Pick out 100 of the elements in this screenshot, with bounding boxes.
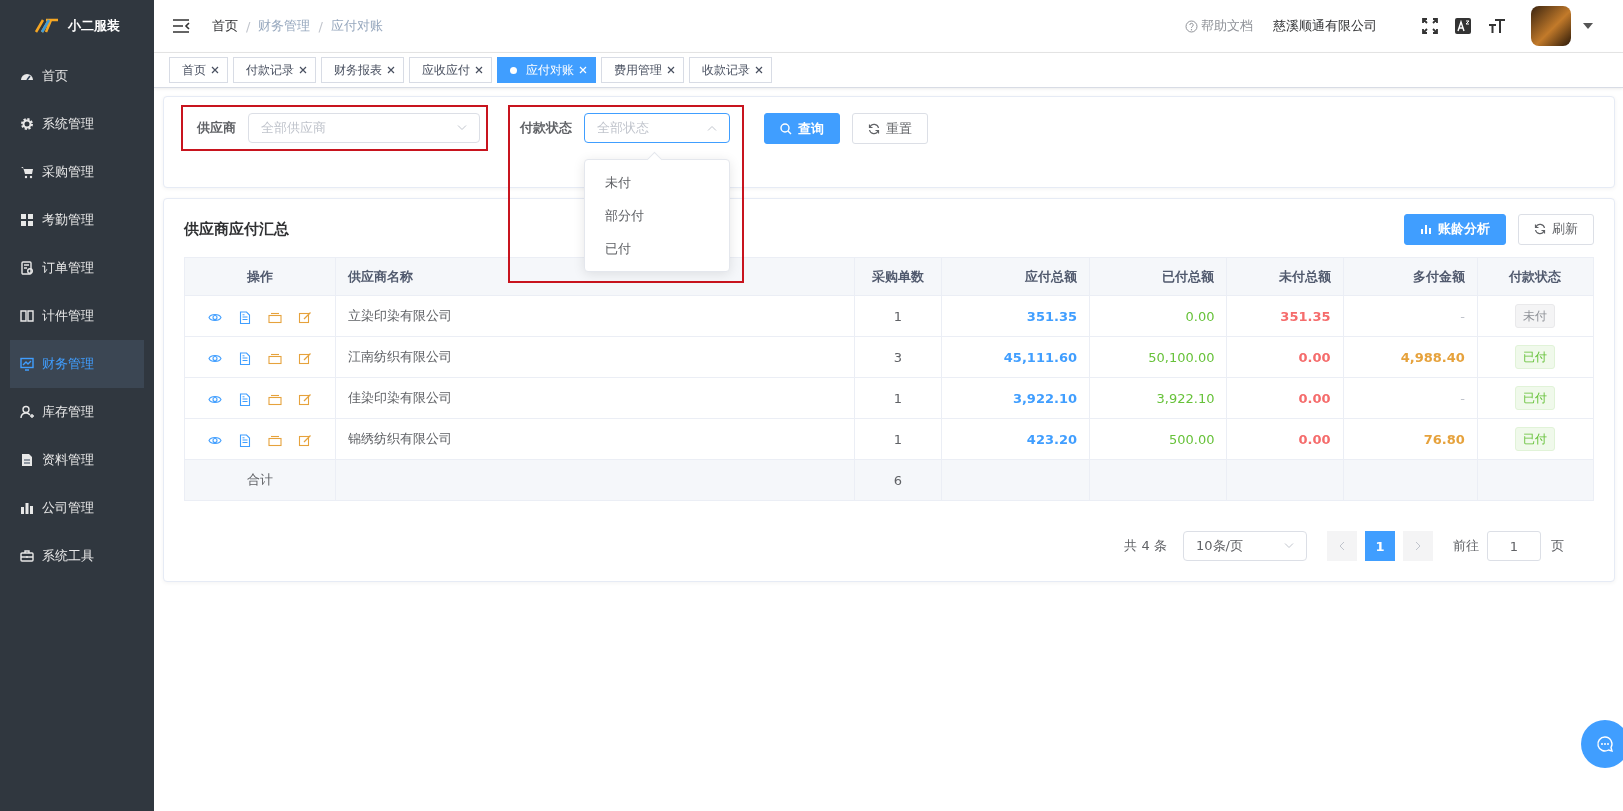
sidebar-item[interactable]: 订单管理 (10, 244, 144, 292)
tray-icon[interactable] (268, 351, 282, 365)
chevron-down-icon (457, 125, 467, 131)
page-suffix: 页 (1551, 537, 1564, 555)
tab[interactable]: 付款记录 (233, 57, 316, 83)
sidebar-item[interactable]: 采购管理 (10, 148, 144, 196)
table-cell: 0.00 (1226, 418, 1343, 460)
document-icon[interactable] (238, 310, 252, 324)
font-size-icon[interactable] (1488, 18, 1506, 34)
page-input[interactable]: 1 (1487, 531, 1541, 561)
dot-icon (510, 66, 517, 74)
edit-icon[interactable] (298, 433, 312, 447)
monitor-icon (20, 357, 34, 371)
page-size-select[interactable]: 10条/页 (1183, 531, 1307, 561)
edit-icon[interactable] (298, 310, 312, 324)
breadcrumb-item: 应付对账 (330, 17, 383, 35)
table-cell: 1 (854, 377, 942, 419)
close-icon[interactable] (755, 66, 763, 74)
tray-icon[interactable] (268, 392, 282, 406)
file-icon (20, 453, 34, 467)
table-cell: 佳染印染有限公司 (335, 377, 855, 419)
table-cell: 0.00 (1226, 336, 1343, 378)
settings-icon (20, 117, 34, 131)
table-cell: 1 (854, 418, 942, 460)
sidebar-item[interactable]: 计件管理 (10, 292, 144, 340)
caret-icon[interactable] (1583, 23, 1593, 29)
translate-icon[interactable] (1455, 18, 1471, 34)
document-icon (20, 261, 34, 275)
table-cell: 423.20 (941, 418, 1090, 460)
dropdown-option[interactable]: 部分付 (585, 199, 729, 232)
status-tag: 已付 (1515, 427, 1556, 451)
table-cell: 3 (854, 336, 942, 378)
close-icon[interactable] (387, 66, 395, 74)
dropdown-option[interactable]: 未付 (585, 166, 729, 199)
bar-chart-icon (1420, 223, 1432, 235)
avatar-photo[interactable] (1531, 6, 1571, 46)
document-icon[interactable] (238, 351, 252, 365)
table-cell: 立染印染有限公司 (335, 295, 855, 337)
table-cell: 锦绣纺织有限公司 (335, 418, 855, 460)
table-cell: 合计 (184, 459, 336, 501)
section-title: 供应商应付汇总 (184, 219, 289, 239)
book-icon (20, 309, 34, 323)
document-icon[interactable] (238, 392, 252, 406)
table-cell: 江南纺织有限公司 (335, 336, 855, 378)
column-header: 未付总额 (1226, 257, 1343, 296)
sidebar-item[interactable]: 考勤管理 (10, 196, 144, 244)
tab[interactable]: 费用管理 (601, 57, 684, 83)
fullscreen-icon[interactable] (1422, 18, 1438, 34)
table-cell: 0.00 (1089, 295, 1227, 337)
tab[interactable]: 应收应付 (409, 57, 492, 83)
table-cell: 351.35 (1226, 295, 1343, 337)
close-icon[interactable] (667, 66, 675, 74)
breadcrumb-separator: / (246, 18, 251, 34)
close-icon[interactable] (211, 66, 219, 74)
filter-label: 付款状态 (520, 119, 572, 137)
status-tag: 已付 (1515, 345, 1556, 369)
tab[interactable]: 收款记录 (689, 57, 772, 83)
filter-label: 供应商 (197, 119, 236, 137)
sidebar-item[interactable]: 资料管理 (10, 436, 144, 484)
status-tag: 已付 (1515, 386, 1556, 410)
refresh-icon (868, 122, 880, 135)
edit-icon[interactable] (298, 351, 312, 365)
close-icon[interactable] (475, 66, 483, 74)
secondary-button[interactable]: 重置 (852, 113, 928, 144)
tray-icon[interactable] (268, 310, 282, 324)
sidebar-item[interactable]: 库存管理 (10, 388, 144, 436)
tab[interactable]: 财务报表 (321, 57, 404, 83)
sidebar-item[interactable]: 系统管理 (10, 100, 144, 148)
chat-icon (1596, 735, 1614, 753)
bar-chart-icon (20, 501, 34, 515)
chevron-right-icon (1415, 541, 1421, 551)
tab[interactable]: 首页 (169, 57, 228, 83)
table-cell: 76.80 (1343, 418, 1478, 460)
close-icon[interactable] (299, 66, 307, 74)
sidebar-item[interactable]: 首页 (10, 52, 144, 100)
total-count: 共 4 条 (1124, 537, 1167, 555)
chat-button[interactable] (1581, 720, 1623, 768)
refresh-icon (1534, 223, 1546, 235)
table-cell: 50,100.00 (1089, 336, 1227, 378)
secondary-button[interactable]: 刷新 (1518, 213, 1594, 245)
search-icon (780, 122, 792, 135)
table-cell: 6 (854, 459, 942, 501)
table-cell: - (1343, 295, 1478, 337)
table-cell: 500.00 (1089, 418, 1227, 460)
chevron-up-icon (707, 125, 717, 131)
table-cell: 3,922.10 (1089, 377, 1227, 419)
menu-icon[interactable] (172, 19, 190, 33)
column-header: 多付金额 (1343, 257, 1478, 296)
table-cell: 0.00 (1226, 377, 1343, 419)
column-header: 采购单数 (854, 257, 942, 296)
breadcrumb-item[interactable]: 首页 (212, 17, 238, 35)
column-header: 付款状态 (1477, 257, 1594, 296)
edit-icon[interactable] (298, 392, 312, 406)
sidebar-item[interactable]: 财务管理 (10, 340, 144, 388)
sidebar-item[interactable]: 公司管理 (10, 484, 144, 532)
sidebar-item[interactable]: 系统工具 (10, 532, 144, 580)
tray-icon[interactable] (268, 433, 282, 447)
column-header: 操作 (184, 257, 336, 296)
document-icon[interactable] (238, 433, 252, 447)
chevron-left-icon (1339, 541, 1345, 551)
